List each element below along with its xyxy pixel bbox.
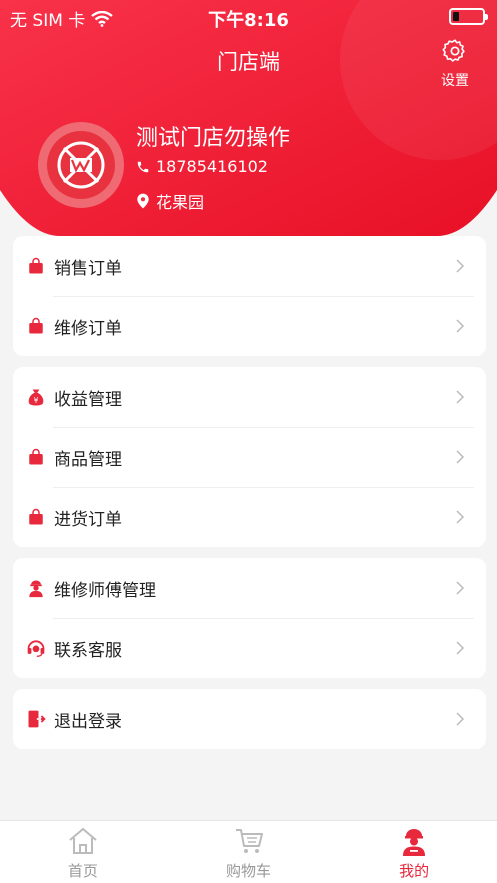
settings-label: 设置 xyxy=(441,73,469,89)
chevron-right-icon xyxy=(456,712,465,726)
location-label: 花果园 xyxy=(156,193,205,212)
logout-icon xyxy=(25,708,47,730)
settings-button[interactable]: 设置 xyxy=(435,38,475,90)
bottom-tab-bar: 首页 购物车 我的 xyxy=(0,820,497,883)
logout-button[interactable]: 退出登录 xyxy=(13,689,486,749)
menu-item-label: 收益管理 xyxy=(54,389,122,410)
chevron-right-icon xyxy=(456,641,465,655)
page-title: 门店端 xyxy=(217,50,280,74)
menu-item-sales-orders[interactable]: 销售订单 xyxy=(13,236,486,296)
menu-item-label: 商品管理 xyxy=(54,449,122,470)
menu-item-products[interactable]: 商品管理 xyxy=(13,427,486,487)
store-avatar[interactable] xyxy=(38,122,124,208)
menu-item-label: 维修师傅管理 xyxy=(54,580,156,601)
chevron-right-icon xyxy=(456,390,465,404)
tab-mine[interactable]: 我的 xyxy=(331,821,497,883)
store-logo-icon xyxy=(57,141,105,189)
shopping-bag-icon xyxy=(25,315,47,337)
location-pin-icon xyxy=(137,193,149,209)
chevron-right-icon xyxy=(456,510,465,524)
worker-icon xyxy=(25,577,47,599)
tab-label: 我的 xyxy=(399,862,430,880)
user-icon xyxy=(403,829,426,856)
chevron-right-icon xyxy=(456,450,465,464)
money-bag-icon: ¥ xyxy=(25,386,47,408)
menu-item-purchase-orders[interactable]: 进货订单 xyxy=(13,487,486,547)
tab-home[interactable]: 首页 xyxy=(0,821,166,883)
chevron-right-icon xyxy=(456,259,465,273)
home-icon xyxy=(69,827,97,854)
menu-item-technicians[interactable]: 维修师傅管理 xyxy=(13,558,486,618)
menu-item-label: 退出登录 xyxy=(54,711,122,732)
tab-label: 购物车 xyxy=(226,862,272,880)
account-menu-card: 退出登录 xyxy=(13,689,486,749)
shopping-bag-icon xyxy=(25,446,47,468)
menu-item-repair-orders[interactable]: 维修订单 xyxy=(13,296,486,356)
store-name: 测试门店勿操作 xyxy=(136,126,291,151)
shopping-bag-icon xyxy=(25,506,47,528)
menu-item-label: 销售订单 xyxy=(54,258,122,279)
status-time: 下午8:16 xyxy=(208,10,289,31)
gear-icon xyxy=(442,39,465,62)
status-bar: 无 SIM 卡 下午8:16 xyxy=(0,0,497,32)
order-menu-card: 销售订单 维修订单 xyxy=(13,236,486,356)
tab-cart[interactable]: 购物车 xyxy=(166,821,332,883)
store-phone: 18785416102 xyxy=(136,157,268,176)
chevron-right-icon xyxy=(456,319,465,333)
phone-icon xyxy=(137,161,149,172)
cart-icon xyxy=(235,829,263,853)
menu-item-label: 维修订单 xyxy=(54,318,122,339)
menu-item-revenue[interactable]: ¥ 收益管理 xyxy=(13,367,486,427)
management-menu-card: ¥ 收益管理 商品管理 进货订单 xyxy=(13,367,486,547)
phone-number: 18785416102 xyxy=(156,157,268,176)
chevron-right-icon xyxy=(456,581,465,595)
menu-item-label: 进货订单 xyxy=(54,509,122,530)
menu-item-customer-service[interactable]: 联系客服 xyxy=(13,618,486,678)
menu-item-label: 联系客服 xyxy=(54,640,122,661)
service-menu-card: 维修师傅管理 联系客服 xyxy=(13,558,486,678)
shopping-bag-icon xyxy=(25,255,47,277)
headset-icon xyxy=(25,637,47,659)
store-location: 花果园 xyxy=(136,189,204,213)
battery-icon xyxy=(449,8,488,25)
tab-label: 首页 xyxy=(67,862,98,880)
svg-text:¥: ¥ xyxy=(34,396,39,405)
